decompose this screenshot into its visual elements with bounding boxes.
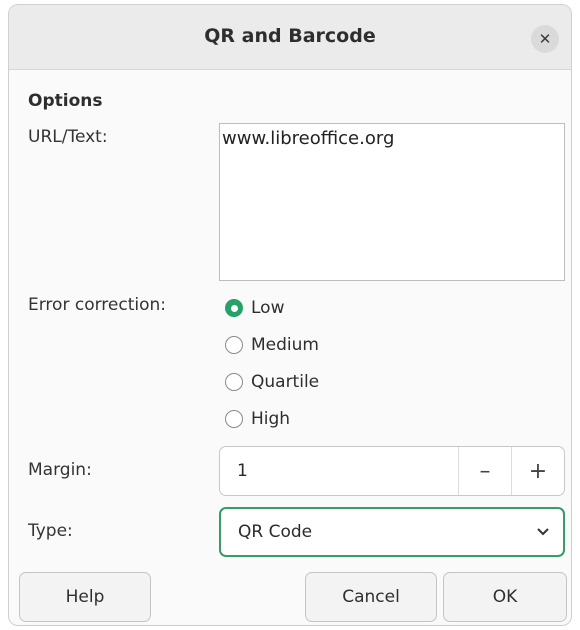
- radio-low-indicator[interactable]: [225, 299, 243, 317]
- close-button[interactable]: ✕: [531, 25, 559, 53]
- options-section-title: Options: [28, 91, 103, 111]
- help-button[interactable]: Help: [19, 572, 151, 622]
- title-bar[interactable]: QR and Barcode ✕: [9, 5, 571, 70]
- ok-button[interactable]: OK: [443, 572, 567, 622]
- type-selected-value: QR Code: [238, 522, 313, 542]
- radio-quartile-indicator[interactable]: [225, 373, 243, 391]
- margin-label: Margin:: [28, 460, 92, 480]
- radio-high[interactable]: High: [225, 409, 290, 429]
- radio-high-indicator[interactable]: [225, 410, 243, 428]
- radio-medium-indicator[interactable]: [225, 336, 243, 354]
- radio-low[interactable]: Low: [225, 298, 284, 318]
- type-label: Type:: [28, 521, 73, 541]
- dialog-title: QR and Barcode: [204, 25, 376, 47]
- url-text-label: URL/Text:: [28, 127, 108, 147]
- radio-medium-label: Medium: [251, 335, 319, 355]
- radio-high-label: High: [251, 409, 291, 429]
- qr-barcode-dialog: QR and Barcode ✕ Options URL/Text: www.l…: [8, 4, 572, 626]
- margin-spinbutton: 1 – +: [219, 446, 565, 496]
- error-correction-label: Error correction:: [28, 295, 166, 315]
- margin-input[interactable]: 1: [220, 461, 458, 481]
- radio-quartile-label: Quartile: [251, 372, 320, 392]
- type-dropdown[interactable]: QR Code: [219, 507, 565, 557]
- close-icon: ✕: [538, 30, 552, 48]
- chevron-down-icon: [523, 527, 563, 537]
- radio-quartile[interactable]: Quartile: [225, 372, 319, 392]
- radio-low-label: Low: [251, 298, 285, 318]
- margin-decrement-button[interactable]: –: [458, 447, 511, 495]
- radio-medium[interactable]: Medium: [225, 335, 319, 355]
- margin-increment-button[interactable]: +: [511, 447, 564, 495]
- url-text-input[interactable]: www.libreoffice.org: [219, 123, 565, 281]
- cancel-button[interactable]: Cancel: [305, 572, 437, 622]
